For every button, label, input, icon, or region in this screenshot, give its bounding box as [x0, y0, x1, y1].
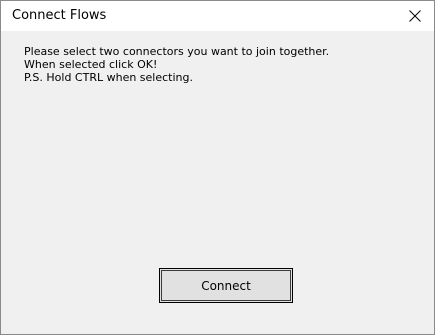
dialog-body: Please select two connectors you want to… — [1, 31, 434, 334]
title-bar[interactable]: Connect Flows — [1, 1, 434, 31]
close-button[interactable] — [394, 1, 434, 31]
instruction-line: P.S. Hold CTRL when selecting. — [24, 71, 193, 84]
connect-button-label: Connect — [201, 278, 251, 293]
window-title: Connect Flows — [12, 8, 107, 23]
instruction-text: Please select two connectors you want to… — [24, 45, 424, 84]
instruction-line: Please select two connectors you want to… — [24, 45, 330, 58]
instruction-line: When selected click OK! — [24, 58, 158, 71]
dialog-window: Connect Flows Please select two connecto… — [0, 0, 435, 335]
close-icon — [409, 10, 421, 22]
connect-button[interactable]: Connect — [159, 268, 293, 303]
